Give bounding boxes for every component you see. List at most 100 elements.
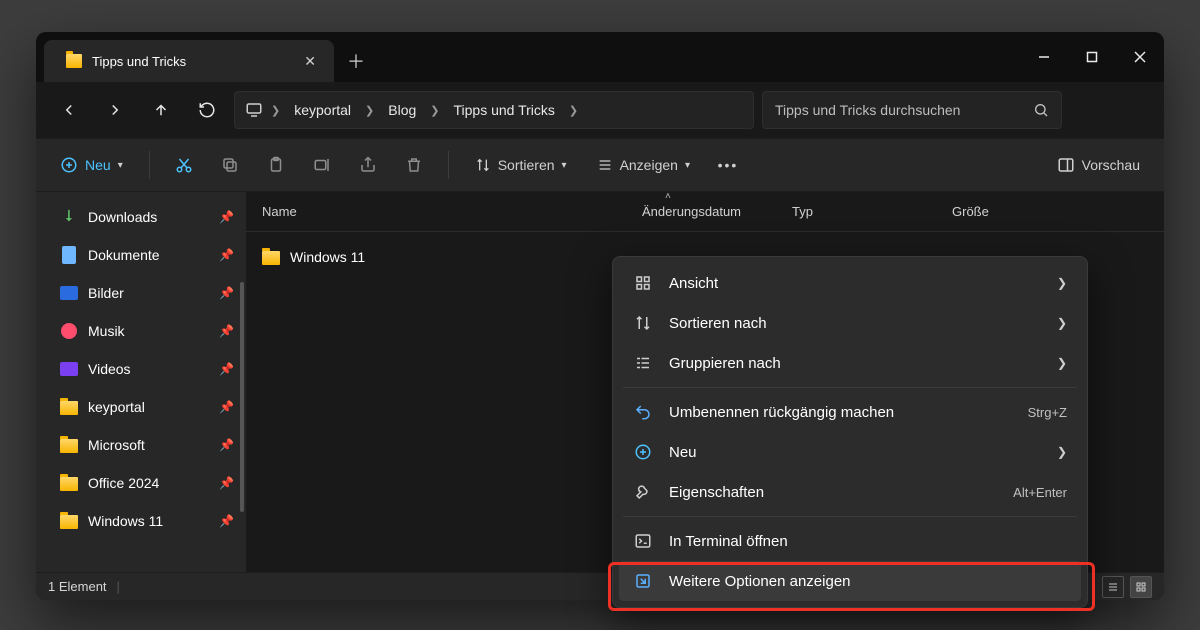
sidebar-item-label: Downloads <box>88 209 157 225</box>
details-view-toggle[interactable] <box>1102 576 1124 598</box>
pin-icon[interactable]: 📌 <box>219 248 234 262</box>
menu-item-neu[interactable]: Neu❯ <box>619 432 1081 472</box>
column-type[interactable]: Typ <box>792 204 952 219</box>
up-button[interactable] <box>142 91 180 129</box>
search-box[interactable] <box>762 91 1062 129</box>
menu-item-label: Ansicht <box>669 275 1041 292</box>
sidebar-item-label: Microsoft <box>88 437 145 453</box>
column-headers: Name Änderungsdatum Typ Größe <box>246 192 1164 232</box>
sidebar-item-office-2024[interactable]: Office 2024 📌 <box>36 464 246 502</box>
tab-close-button[interactable]: ✕ <box>304 53 316 70</box>
chevron-right-icon: ❯ <box>267 104 284 117</box>
titlebar: Tipps und Tricks ✕ ＋ <box>36 32 1164 82</box>
chevron-right-icon: ❯ <box>565 104 582 117</box>
document-icon <box>60 246 78 264</box>
back-button[interactable] <box>50 91 88 129</box>
video-icon <box>60 360 78 378</box>
toolbar: Neu ▾ Sortieren ▾ Anzeigen <box>36 138 1164 192</box>
menu-item-label: Neu <box>669 444 1041 461</box>
pin-icon[interactable]: 📌 <box>219 476 234 490</box>
music-icon <box>60 322 78 340</box>
sort-indicator-icon: ˄ <box>665 191 671 202</box>
pin-icon[interactable]: 📌 <box>219 514 234 528</box>
file-name: Windows 11 <box>290 249 365 265</box>
folder-icon <box>262 251 280 265</box>
more-icon <box>633 571 653 591</box>
minimize-button[interactable] <box>1020 32 1068 82</box>
chevron-right-icon: ❯ <box>361 104 378 117</box>
sidebar-item-microsoft[interactable]: Microsoft 📌 <box>36 426 246 464</box>
pin-icon[interactable]: 📌 <box>219 286 234 300</box>
breadcrumb-item[interactable]: Blog <box>382 102 422 118</box>
refresh-button[interactable] <box>188 91 226 129</box>
ellipsis-icon: ••• <box>718 157 739 173</box>
wrench-icon <box>633 482 653 502</box>
menu-item-weitere-optionen-anzeigen[interactable]: Weitere Optionen anzeigen <box>619 561 1081 601</box>
share-button[interactable] <box>350 147 386 183</box>
new-tab-button[interactable]: ＋ <box>334 40 378 82</box>
menu-item-eigenschaften[interactable]: EigenschaftenAlt+Enter <box>619 472 1081 512</box>
menu-item-sortieren-nach[interactable]: Sortieren nach❯ <box>619 303 1081 343</box>
tab-current[interactable]: Tipps und Tricks ✕ <box>44 40 334 82</box>
sidebar-item-windows-11[interactable]: Windows 11 📌 <box>36 502 246 540</box>
more-button[interactable]: ••• <box>710 147 746 183</box>
menu-item-umbenennen-r-ckg-ngig-machen[interactable]: Umbenennen rückgängig machenStrg+Z <box>619 392 1081 432</box>
status-count: 1 Element <box>48 579 107 594</box>
breadcrumb-item[interactable]: keyportal <box>288 102 357 118</box>
menu-item-label: In Terminal öffnen <box>669 533 1067 550</box>
chevron-down-icon: ▾ <box>685 160 690 171</box>
search-icon[interactable] <box>1033 102 1049 118</box>
context-menu: Ansicht❯Sortieren nach❯Gruppieren nach❯ U… <box>612 256 1088 608</box>
sidebar-item-bilder[interactable]: Bilder📌 <box>36 274 246 312</box>
menu-separator <box>623 387 1077 388</box>
menu-item-in-terminal-ffnen[interactable]: In Terminal öffnen <box>619 521 1081 561</box>
pc-icon <box>245 101 263 119</box>
scrollbar[interactable] <box>240 282 244 512</box>
sidebar-item-keyportal[interactable]: keyportal 📌 <box>36 388 246 426</box>
pin-icon[interactable]: 📌 <box>219 210 234 224</box>
tab-title: Tipps und Tricks <box>92 54 294 69</box>
search-input[interactable] <box>775 102 1023 118</box>
column-name[interactable]: Name <box>262 204 642 219</box>
terminal-icon <box>633 531 653 551</box>
sidebar-item-videos[interactable]: Videos📌 <box>36 350 246 388</box>
paste-button[interactable] <box>258 147 294 183</box>
sort-button[interactable]: Sortieren ▾ <box>465 147 577 183</box>
menu-item-ansicht[interactable]: Ansicht❯ <box>619 263 1081 303</box>
sidebar-item-dokumente[interactable]: Dokumente 📌 <box>36 236 246 274</box>
sort-label: Sortieren <box>498 157 555 173</box>
pin-icon[interactable]: 📌 <box>219 324 234 338</box>
menu-item-label: Gruppieren nach <box>669 355 1041 372</box>
column-size[interactable]: Größe <box>952 204 1032 219</box>
pin-icon[interactable]: 📌 <box>219 400 234 414</box>
sidebar-item-musik[interactable]: Musik📌 <box>36 312 246 350</box>
new-button[interactable]: Neu ▾ <box>50 147 133 183</box>
rename-button[interactable] <box>304 147 340 183</box>
breadcrumb[interactable]: ❯ keyportal ❯ Blog ❯ Tipps und Tricks ❯ <box>234 91 754 129</box>
pin-icon[interactable]: 📌 <box>219 438 234 452</box>
preview-button[interactable]: Vorschau <box>1047 147 1150 183</box>
delete-button[interactable] <box>396 147 432 183</box>
menu-item-label: Umbenennen rückgängig machen <box>669 404 1012 421</box>
view-button[interactable]: Anzeigen ▾ <box>587 147 700 183</box>
folder-icon <box>60 436 78 454</box>
sidebar-item-label: keyportal <box>88 399 145 415</box>
forward-button[interactable] <box>96 91 134 129</box>
preview-label: Vorschau <box>1082 157 1140 173</box>
menu-item-gruppieren-nach[interactable]: Gruppieren nach❯ <box>619 343 1081 383</box>
undo-icon <box>633 402 653 422</box>
maximize-button[interactable] <box>1068 32 1116 82</box>
sidebar-item-label: Dokumente <box>88 247 160 263</box>
copy-button[interactable] <box>212 147 248 183</box>
sidebar-item-label: Windows 11 <box>88 513 163 529</box>
cut-button[interactable] <box>166 147 202 183</box>
close-button[interactable] <box>1116 32 1164 82</box>
pin-icon[interactable]: 📌 <box>219 362 234 376</box>
thumbnails-view-toggle[interactable] <box>1130 576 1152 598</box>
folder-icon <box>60 398 78 416</box>
sidebar-item-downloads[interactable]: ⭣Downloads📌 <box>36 198 246 236</box>
folder-icon <box>66 54 82 68</box>
breadcrumb-item[interactable]: Tipps und Tricks <box>448 102 561 118</box>
sidebar-item-label: Office 2024 <box>88 475 159 491</box>
column-date[interactable]: Änderungsdatum <box>642 204 792 219</box>
